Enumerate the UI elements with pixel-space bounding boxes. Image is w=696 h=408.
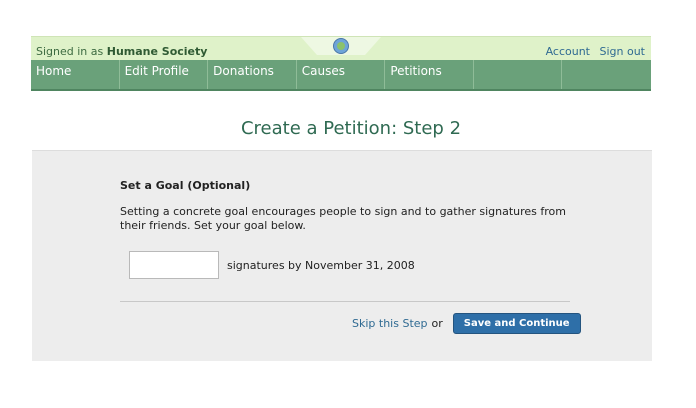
- nav-empty-2: [562, 60, 651, 89]
- signed-in-user: Humane Society: [106, 45, 208, 58]
- skip-step-link[interactable]: Skip this Step: [352, 317, 428, 330]
- globe-icon[interactable]: [333, 38, 349, 54]
- or-text: or: [431, 317, 443, 330]
- goal-heading: Set a Goal (Optional): [120, 179, 251, 192]
- top-bar: Signed in as Humane Society Account Sign…: [31, 36, 651, 61]
- signed-in-prefix: Signed in as: [36, 45, 107, 58]
- goal-panel: Set a Goal (Optional) Setting a concrete…: [32, 150, 652, 361]
- nav-petitions[interactable]: Petitions: [385, 60, 474, 89]
- sign-out-link[interactable]: Sign out: [599, 45, 645, 58]
- nav-empty-1: [474, 60, 563, 89]
- nav-causes[interactable]: Causes: [297, 60, 386, 89]
- save-continue-button[interactable]: Save and Continue: [452, 313, 581, 334]
- goal-suffix: signatures by November 31, 2008: [227, 259, 415, 272]
- action-row: Skip this Step or Save and Continue: [352, 313, 581, 334]
- nav-home[interactable]: Home: [31, 60, 120, 89]
- nav-edit-profile[interactable]: Edit Profile: [120, 60, 209, 89]
- goal-count-input[interactable]: [129, 251, 219, 279]
- main-nav: Home Edit Profile Donations Causes Petit…: [31, 60, 651, 91]
- nav-donations[interactable]: Donations: [208, 60, 297, 89]
- goal-description: Setting a concrete goal encourages peopl…: [120, 205, 567, 232]
- divider: [120, 301, 570, 302]
- account-link[interactable]: Account: [546, 45, 590, 58]
- top-links: Account Sign out: [540, 45, 645, 58]
- signed-in-text: Signed in as Humane Society: [36, 45, 207, 58]
- page-title: Create a Petition: Step 2: [240, 118, 462, 139]
